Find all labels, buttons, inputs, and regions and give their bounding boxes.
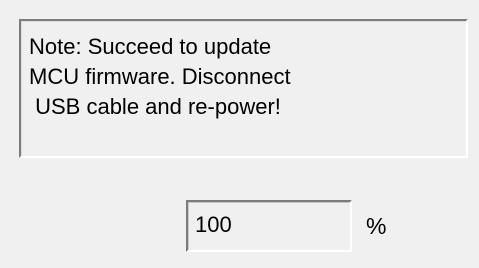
status-note-box: Note: Succeed to update MCU firmware. Di… — [19, 19, 468, 158]
note-line-2: MCU firmware. Disconnect — [29, 64, 291, 89]
note-line-1: Note: Succeed to update — [29, 34, 272, 59]
progress-value-field[interactable]: 100 — [186, 200, 352, 252]
percent-label: % — [366, 213, 387, 239]
progress-value: 100 — [195, 212, 232, 237]
note-line-3: USB cable and re-power! — [29, 94, 281, 119]
